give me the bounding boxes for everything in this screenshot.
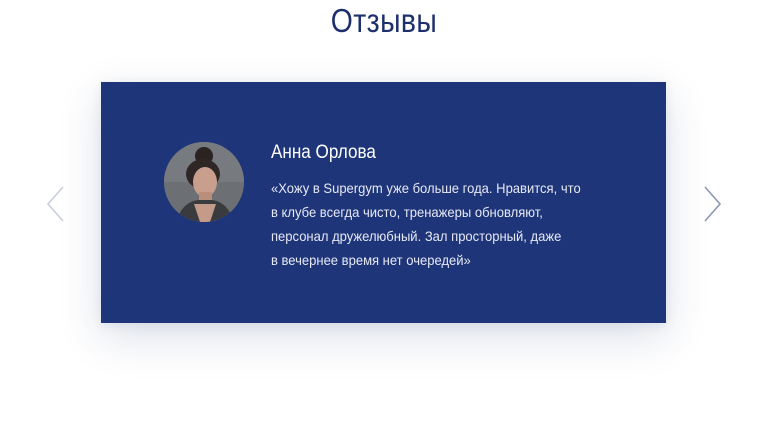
author-name: Анна Орлова <box>271 142 376 163</box>
review-text-line: персонал дружелюбный. Зал просторный, да… <box>271 228 562 244</box>
chevron-right-icon <box>704 186 722 222</box>
author-avatar <box>164 142 244 222</box>
review-text-line: в клубе всегда чисто, тренажеры обновляю… <box>271 204 543 220</box>
review-text-line: в вечернее время нет очередей» <box>271 252 471 268</box>
prev-review-button[interactable] <box>44 184 68 224</box>
review-card: Анна Орлова «Хожу в Supergym уже больше … <box>101 82 666 323</box>
section-title: Отзывы <box>330 2 438 39</box>
review-text: «Хожу в Supergym уже больше года. Нравит… <box>271 176 619 272</box>
chevron-left-icon <box>46 186 64 222</box>
reviews-section: Отзывы Анна Орлова «Хожу в Supergym уже … <box>0 0 768 424</box>
review-text-line: «Хожу в Supergym уже больше года. Нравит… <box>271 180 581 196</box>
next-review-button[interactable] <box>700 184 724 224</box>
